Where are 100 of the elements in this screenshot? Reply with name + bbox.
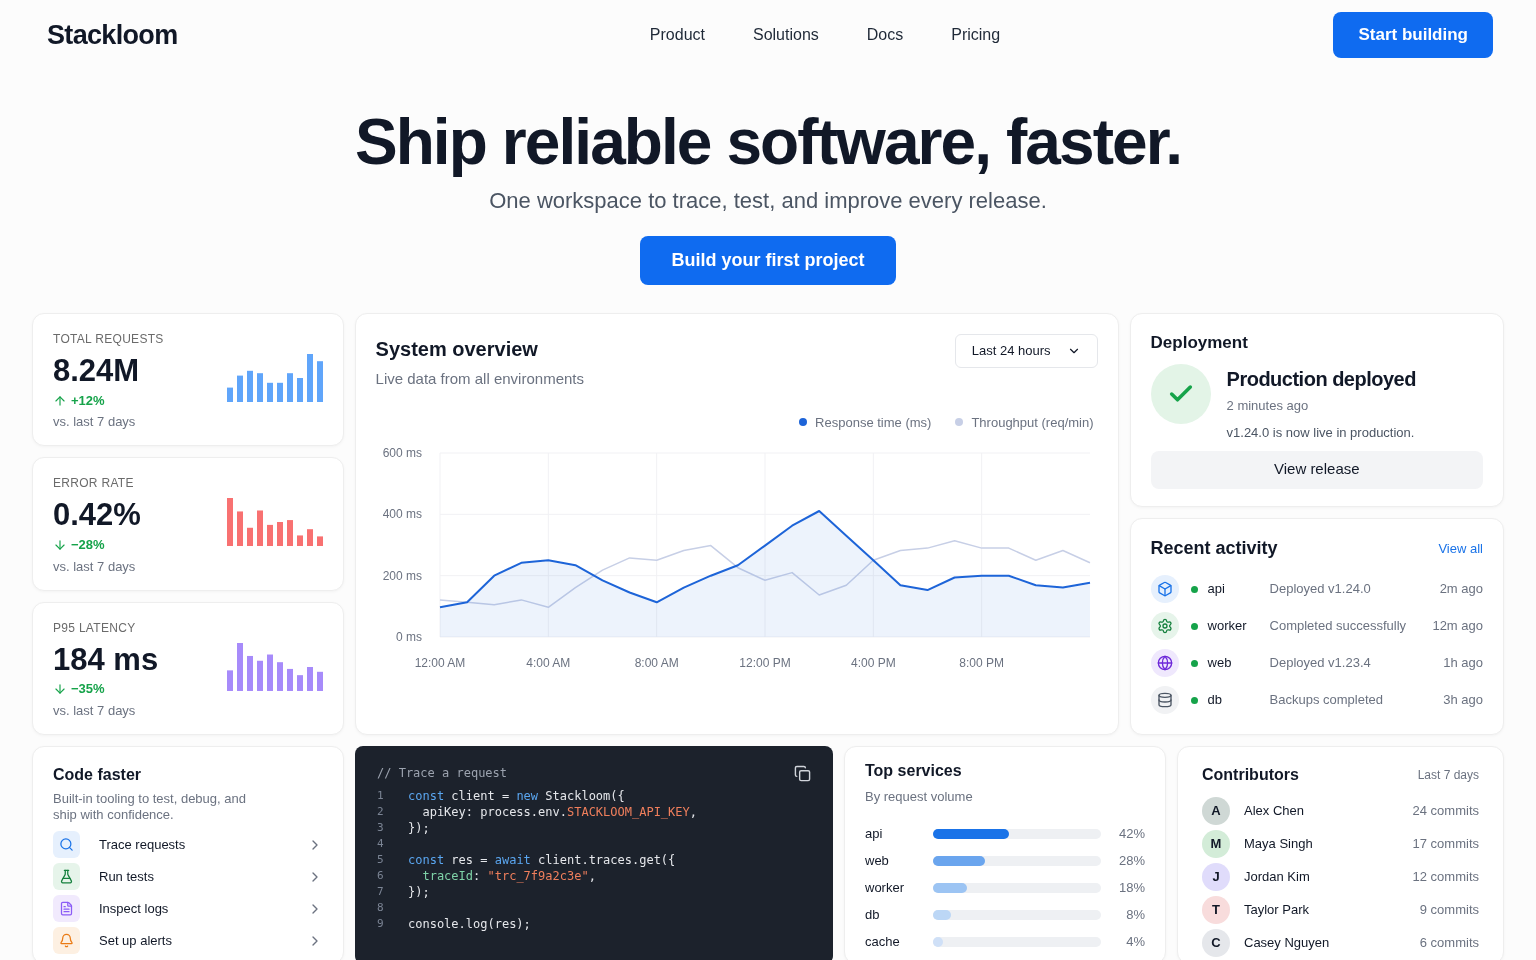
logo[interactable]: Stackloom: [47, 14, 347, 56]
card-title: Contributors: [1202, 765, 1299, 785]
search-icon: [53, 831, 80, 858]
code-line: apiKey: process.env.STACKLOOM_API_KEY,: [421, 804, 697, 821]
line-number: 3: [377, 819, 385, 836]
start-building-button[interactable]: Start building: [1333, 12, 1493, 58]
nav-link[interactable]: Solutions: [748, 23, 823, 47]
card-title: Recent activity: [1150, 537, 1278, 560]
deployment-message: v1.24.0 is now live in production.: [1226, 424, 1416, 442]
commit-count: 12 commits: [1412, 868, 1479, 887]
service-name: cache: [865, 932, 901, 951]
activity-time: 12m ago: [1432, 617, 1483, 636]
y-axis-label: 600 ms: [382, 446, 422, 460]
nav-link[interactable]: Docs: [862, 23, 908, 47]
line-number: 7: [377, 883, 385, 900]
tool-item[interactable]: Inspect logs: [53, 895, 323, 922]
service-name: db: [865, 905, 881, 924]
database-icon: [1150, 686, 1179, 714]
stat-value: 184 ms: [53, 640, 159, 679]
usage-percent: 4%: [1126, 932, 1145, 951]
tool-item[interactable]: Trace requests: [53, 831, 323, 858]
stat-label: P95 LATENCY: [53, 619, 137, 637]
service-name: api: [1207, 580, 1226, 599]
activity-time: 1h ago: [1443, 654, 1483, 673]
x-axis-label: 8:00 PM: [958, 656, 1004, 670]
service-name: worker: [1207, 617, 1248, 636]
nav-link[interactable]: Product: [645, 23, 709, 47]
avatar: M: [1202, 830, 1230, 858]
stat-value: 0.42%: [53, 496, 141, 535]
view-all-link[interactable]: View all: [1438, 538, 1483, 559]
tool-item[interactable]: Set up alerts: [53, 927, 323, 954]
hero-title: Ship reliable software, faster.: [354, 106, 1182, 178]
build-project-button[interactable]: Build your first project: [640, 236, 896, 285]
y-axis-label: 0 ms: [395, 630, 422, 644]
card-subtitle: By request volume: [865, 788, 974, 806]
card-subtitle: Built-in tooling to test, debug, and ship with confidence.: [53, 791, 247, 823]
activity-event: Completed successfully: [1269, 617, 1408, 636]
contributor-name: Jordan Kim: [1244, 868, 1311, 887]
hero-subtitle: One workspace to trace, test, and improve every release.: [489, 187, 1047, 215]
line-number: 4: [377, 835, 385, 852]
line-number: 5: [377, 851, 385, 868]
commit-count: 24 commits: [1412, 802, 1479, 821]
stat-value: 8.24M: [53, 352, 141, 390]
code-line: const client = new Stackloom({: [408, 788, 625, 805]
bell-icon: [53, 927, 80, 954]
arrow-down-icon: [53, 682, 67, 697]
card-title: Deployment: [1150, 332, 1249, 354]
contributor-name: Casey Nguyen: [1244, 934, 1331, 953]
deployment-time: 2 minutes ago: [1226, 396, 1310, 415]
service-name: api: [865, 824, 884, 843]
contributor-name: Taylor Park: [1244, 901, 1311, 920]
card-title: System overview: [375, 337, 539, 362]
activity-event: Deployed v1.23.4: [1269, 654, 1372, 673]
x-axis-label: 12:00 AM: [414, 656, 465, 670]
cube-icon: [1150, 575, 1179, 603]
line-number: 6: [377, 867, 385, 884]
legend-label: Response time (ms): [815, 413, 932, 432]
nav-link[interactable]: Pricing: [947, 23, 1005, 47]
contributor-name: Maya Singh: [1244, 835, 1314, 854]
commit-count: 9 commits: [1419, 901, 1479, 920]
line-number: 1: [377, 787, 385, 804]
stat-note: vs. last 7 days: [53, 701, 137, 720]
avatar: T: [1202, 896, 1230, 924]
code-line: });: [408, 884, 430, 901]
line-number: 2: [377, 803, 385, 820]
code-line: });: [408, 820, 430, 837]
flask-icon: [53, 863, 80, 890]
gear-icon: [1150, 612, 1179, 640]
activity-event: Deployed v1.24.0: [1269, 580, 1372, 599]
card-subtitle: Live data from all environments: [375, 369, 584, 389]
arrow-down-icon: [53, 537, 67, 552]
x-axis-label: 4:00 AM: [525, 656, 570, 670]
line-number: 8: [377, 899, 385, 916]
view-release-button[interactable]: View release: [1150, 450, 1483, 489]
range-dropdown[interactable]: Last 24 hours: [954, 334, 1098, 368]
usage-percent: 42%: [1118, 824, 1145, 843]
legend-label: Throughput (req/min): [971, 413, 1094, 432]
tool-item[interactable]: Run tests: [53, 863, 323, 890]
usage-percent: 18%: [1118, 878, 1145, 897]
code-line: const res = await client.traces.get({: [408, 852, 676, 869]
activity-event: Backups completed: [1269, 691, 1384, 710]
stat-change: −28%: [71, 536, 105, 555]
contributor-name: Alex Chen: [1244, 802, 1305, 821]
stat-change: −35%: [71, 680, 105, 699]
activity-time: 2m ago: [1439, 580, 1483, 599]
avatar: A: [1202, 797, 1230, 825]
commit-count: 6 commits: [1419, 934, 1479, 953]
y-axis-label: 400 ms: [382, 507, 422, 522]
usage-percent: 28%: [1118, 851, 1145, 870]
stat-change: +12%: [71, 391, 105, 410]
stat-note: vs. last 7 days: [53, 413, 137, 432]
y-axis-label: 200 ms: [382, 568, 422, 583]
avatar: J: [1202, 863, 1230, 891]
usage-percent: 8%: [1126, 905, 1145, 924]
code-comment: // Trace a request: [377, 765, 508, 782]
service-name: db: [1207, 691, 1223, 710]
deployment-status: Production deployed: [1226, 366, 1416, 392]
x-axis-label: 4:00 PM: [850, 656, 896, 670]
x-axis-label: 12:00 PM: [738, 656, 791, 670]
copy-icon[interactable]: [794, 765, 811, 782]
